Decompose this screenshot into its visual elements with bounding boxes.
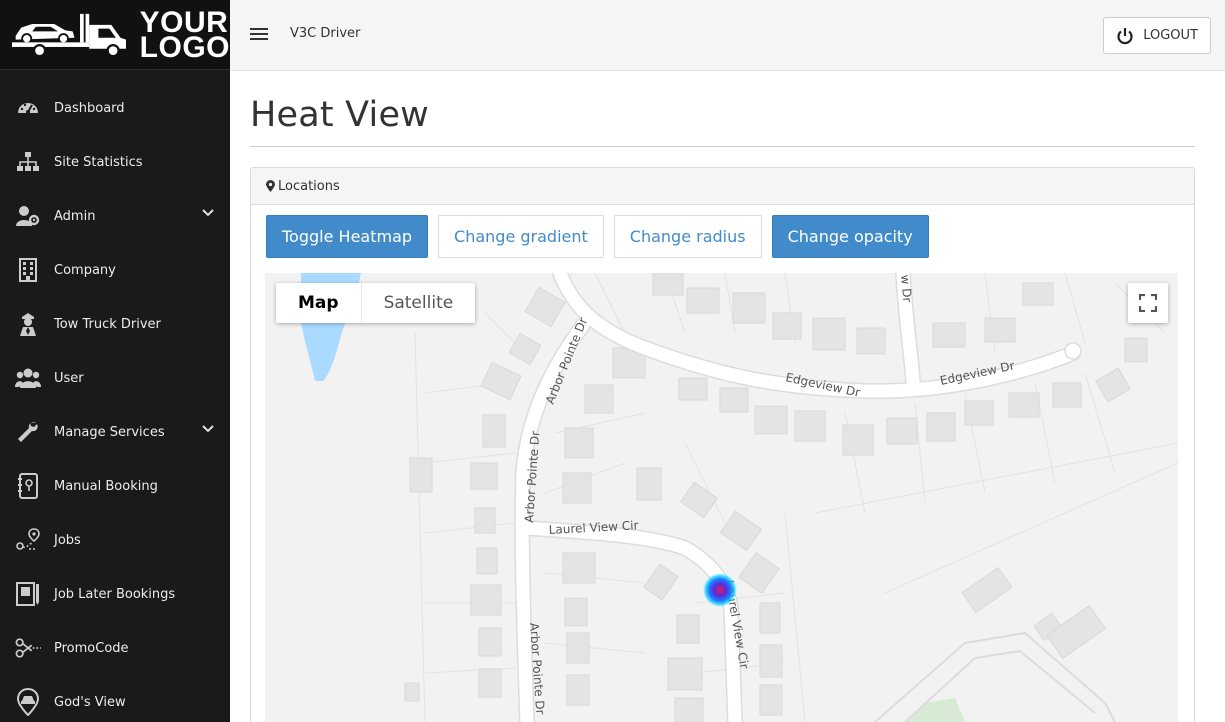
street-label-top: w Dr	[898, 274, 914, 303]
sidebar-item-label: Company	[54, 262, 116, 278]
logo-line-2: LOGO	[139, 30, 230, 64]
fullscreen-button[interactable]	[1128, 283, 1168, 323]
map-canvas[interactable]: Edgeview Dr Edgeview Dr Arbor Pointe Dr …	[265, 273, 1178, 722]
logo[interactable]: YOUR LOGO	[0, 0, 230, 70]
sidebar-item-label: Tow Truck Driver	[54, 316, 161, 332]
change-gradient-button[interactable]: Change gradient	[438, 215, 604, 258]
admin-users-icon	[15, 203, 41, 229]
heat-map[interactable]: Edgeview Dr Edgeview Dr Arbor Pointe Dr …	[265, 273, 1178, 722]
sidebar-item-job-later-bookings[interactable]: Job Later Bookings	[0, 567, 230, 621]
sidebar: YOUR LOGO Dashboard Site Statistics Admi…	[0, 0, 230, 722]
sidebar-item-label: Admin	[54, 208, 96, 224]
sidebar-item-label: Jobs	[54, 532, 81, 548]
sidebar-item-promocode[interactable]: PromoCode	[0, 621, 230, 675]
sidebar-item-label: Manage Services	[54, 424, 165, 440]
sidebar-item-label: Site Statistics	[54, 154, 143, 170]
sitemap-icon	[15, 149, 41, 175]
map-marker-icon	[266, 180, 275, 192]
sidebar-item-tow-truck-driver[interactable]: Tow Truck Driver	[0, 297, 230, 351]
change-radius-button[interactable]: Change radius	[613, 215, 762, 258]
heatmap-controls: Toggle Heatmap Change gradient Change ra…	[266, 215, 929, 258]
sidebar-item-label: Dashboard	[54, 100, 125, 116]
map-type-map-button[interactable]: Map	[276, 283, 361, 323]
sidebar-item-label: User	[54, 370, 84, 386]
heatmap-point	[703, 573, 737, 607]
panel-heading: Locations	[251, 168, 1194, 205]
power-icon	[1117, 27, 1133, 44]
sidebar-nav: Dashboard Site Statistics Admin Company	[0, 70, 230, 722]
logout-label: LOGOUT	[1143, 28, 1198, 43]
dashboard-icon	[15, 95, 41, 121]
toggle-heatmap-button[interactable]: Toggle Heatmap	[266, 215, 429, 258]
logo-text: YOUR LOGO	[139, 7, 230, 64]
driver-icon	[15, 311, 41, 337]
chevron-down-icon	[202, 425, 214, 433]
map-type-control: Map Satellite	[276, 283, 476, 323]
panel-heading-label: Locations	[278, 178, 340, 194]
map-background	[265, 273, 1178, 722]
cul-de-sac	[1064, 342, 1082, 360]
sidebar-item-manage-services[interactable]: Manage Services	[0, 405, 230, 459]
sidebar-item-manual-booking[interactable]: Manual Booking	[0, 459, 230, 513]
sidebar-item-label: Job Later Bookings	[54, 586, 176, 602]
topbar: V3C Driver LOGOUT	[230, 0, 1225, 71]
tow-truck-logo-icon	[12, 13, 126, 57]
wrench-icon	[15, 419, 41, 445]
sidebar-item-gods-view[interactable]: God's View	[0, 675, 230, 722]
top-title: V3C Driver	[290, 26, 361, 41]
building-icon	[15, 257, 41, 283]
route-pin-icon	[15, 527, 41, 553]
logout-button[interactable]: LOGOUT	[1103, 17, 1211, 54]
page-title: Heat View	[250, 95, 430, 135]
booking-book-icon	[15, 473, 41, 499]
sidebar-item-dashboard[interactable]: Dashboard	[0, 81, 230, 135]
chevron-down-icon	[202, 209, 214, 217]
title-divider	[250, 146, 1195, 147]
sidebar-item-user[interactable]: User	[0, 351, 230, 405]
sidebar-item-label: Manual Booking	[54, 478, 158, 494]
notebook-icon	[15, 581, 41, 607]
sidebar-item-site-statistics[interactable]: Site Statistics	[0, 135, 230, 189]
sidebar-item-label: God's View	[54, 694, 126, 710]
users-icon	[15, 365, 41, 391]
sidebar-item-admin[interactable]: Admin	[0, 189, 230, 243]
change-opacity-button[interactable]: Change opacity	[771, 215, 929, 258]
fullscreen-icon	[1139, 294, 1157, 312]
map-type-satellite-button[interactable]: Satellite	[360, 283, 476, 323]
sidebar-item-jobs[interactable]: Jobs	[0, 513, 230, 567]
scissors-icon	[15, 635, 41, 661]
menu-toggle-icon[interactable]	[250, 28, 268, 42]
sidebar-item-company[interactable]: Company	[0, 243, 230, 297]
sidebar-item-label: PromoCode	[54, 640, 129, 656]
map-pin-car-icon	[15, 688, 41, 716]
